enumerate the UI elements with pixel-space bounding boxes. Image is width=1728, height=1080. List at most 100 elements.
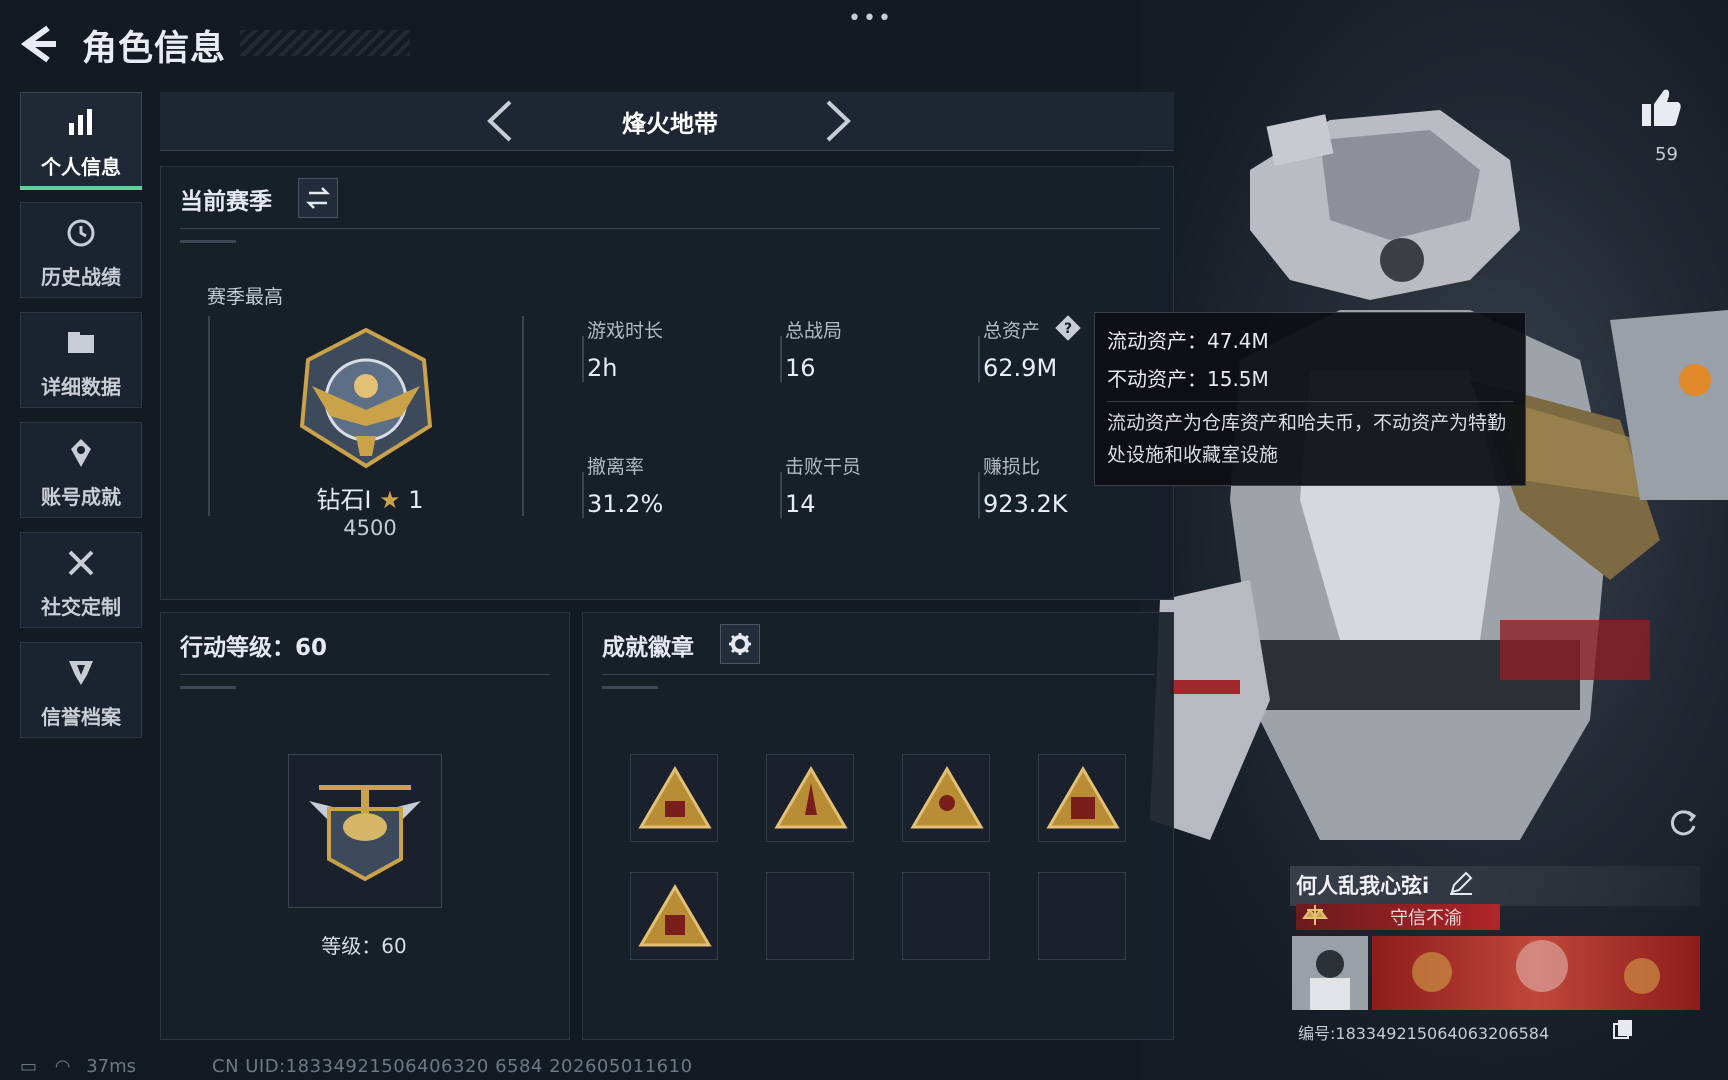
badge-crate-icon [1046,766,1120,829]
folder-icon [21,327,141,366]
divider [180,674,550,675]
badge-slot-empty[interactable] [1038,872,1126,960]
stat-bar [582,336,584,382]
tooltip-note: 流动资产为仓库资产和哈夫币，不动资产为特勤处设施和收藏室设施 [1107,412,1507,466]
uid-line: CN UID:18334921506406320 6584 2026050116… [212,1056,693,1077]
wifi-icon: ◠ [54,1056,71,1077]
badge-50-icon [638,884,712,947]
badge-squad-icon [910,766,984,829]
stat-label-matches: 总战局 [785,320,843,342]
badge-rocket-icon [774,766,848,829]
badge-slot[interactable] [1038,754,1126,842]
stat-value-kills: 14 [785,490,816,518]
stat-label-extract-rate: 撤离率 [587,456,645,478]
decor-tick [602,686,658,689]
action-level-title: 行动等级：60 [180,635,328,661]
stat-value-assets: 62.9M [983,354,1058,382]
player-id: 编号:183349215064063206584 [1298,1024,1550,1043]
stat-bar [978,472,980,518]
history-icon [21,217,141,256]
stat-label-assets: 总资产 [983,320,1041,342]
star-icon: ★ [379,486,401,514]
rank-name: 钻石I [316,486,372,514]
decor-tick [180,240,236,243]
more-options-icon[interactable]: ••• [848,6,893,31]
network-status: ▭ ◠ 37ms [20,1056,136,1077]
nav-label: 社交定制 [41,595,121,619]
chevron-left-icon [487,100,512,142]
stat-label-playtime: 游戏时长 [587,320,664,342]
stat-bar [780,472,782,518]
badge-slot[interactable] [630,754,718,842]
season-title: 当前赛季 [180,189,272,215]
rank-emblem-icon [299,327,433,469]
player-name: 何人乱我心弦i [1296,874,1430,898]
badge-slot[interactable] [630,872,718,960]
nav-item-details[interactable]: 详细数据 [20,312,142,408]
stat-bar [780,336,782,382]
nav-label: 信誉档案 [41,705,121,729]
nav-label: 账号成就 [41,485,121,509]
page-title: 角色信息 [82,29,227,69]
stat-value-matches: 16 [785,354,816,382]
tools-icon [21,547,141,586]
copy-icon [1613,1020,1632,1039]
character-model[interactable] [1140,80,1728,1080]
help-icon[interactable]: ? [1054,314,1082,342]
stat-value-profit-ratio: 923.2K [983,490,1068,518]
mode-next-button[interactable] [818,96,858,146]
copy-id-button[interactable] [1612,1018,1634,1040]
season-switch-button[interactable] [298,178,338,218]
rotate-model-button[interactable] [1666,806,1700,840]
decor-tick [180,686,236,689]
stat-value-extract-rate: 31.2% [587,490,664,518]
action-level-text: 等级：60 [321,934,407,958]
pencil-icon [1450,871,1473,895]
stat-bar [582,472,584,518]
stat-label-profit-ratio: 赚损比 [983,456,1041,478]
avatar[interactable] [1292,936,1368,1010]
action-level-emblem-frame [288,754,442,908]
thumbs-up-icon[interactable] [1640,86,1682,138]
back-button[interactable] [18,24,58,64]
badge-triangle-icon [638,766,712,829]
rank-score: 4500 [343,516,397,540]
chevron-right-icon [826,100,851,142]
nav-label: 详细数据 [41,375,121,399]
shield-icon [21,657,141,696]
like-count: 59 [1655,144,1678,165]
edit-name-button[interactable] [1448,870,1474,896]
battery-icon: ▭ [20,1056,38,1077]
badges-settings-button[interactable] [720,624,760,664]
divider [1107,401,1513,402]
rank-line: 钻石I ★ 1 [300,480,440,515]
nav-item-social[interactable]: 社交定制 [20,532,142,628]
rank-stars: 1 [408,486,424,514]
badge-slot-empty[interactable] [902,872,990,960]
swap-icon [305,187,331,209]
stat-label-kills: 击败干员 [785,456,862,478]
assets-tooltip: 流动资产：47.4M 不动资产：15.5M 流动资产为仓库资产和哈夫币，不动资产… [1094,312,1526,486]
rotate-icon [1670,810,1697,836]
nav-item-achievements[interactable]: 账号成就 [20,422,142,518]
svg-text:?: ? [1064,321,1072,337]
stat-value-playtime: 2h [587,354,618,382]
mode-prev-button[interactable] [480,96,520,146]
nav-item-personal-info[interactable]: 个人信息 [20,92,142,188]
ping-value: 37ms [86,1056,137,1077]
badge-slot-empty[interactable] [766,872,854,960]
nav-item-history[interactable]: 历史战绩 [20,202,142,298]
gear-icon [729,633,751,655]
back-arrow-icon [20,25,56,63]
badges-title: 成就徽章 [602,635,694,661]
nav-label: 个人信息 [41,155,121,179]
profile-banner[interactable] [1372,936,1700,1010]
badge-slot[interactable] [766,754,854,842]
bar-chart-icon [21,107,141,146]
nav-item-credit[interactable]: 信誉档案 [20,642,142,738]
mode-label: 烽火地带 [622,110,718,138]
divider [180,228,1160,229]
badge-slot[interactable] [902,754,990,842]
divider [602,674,1154,675]
season-best-label: 赛季最高 [207,286,284,308]
